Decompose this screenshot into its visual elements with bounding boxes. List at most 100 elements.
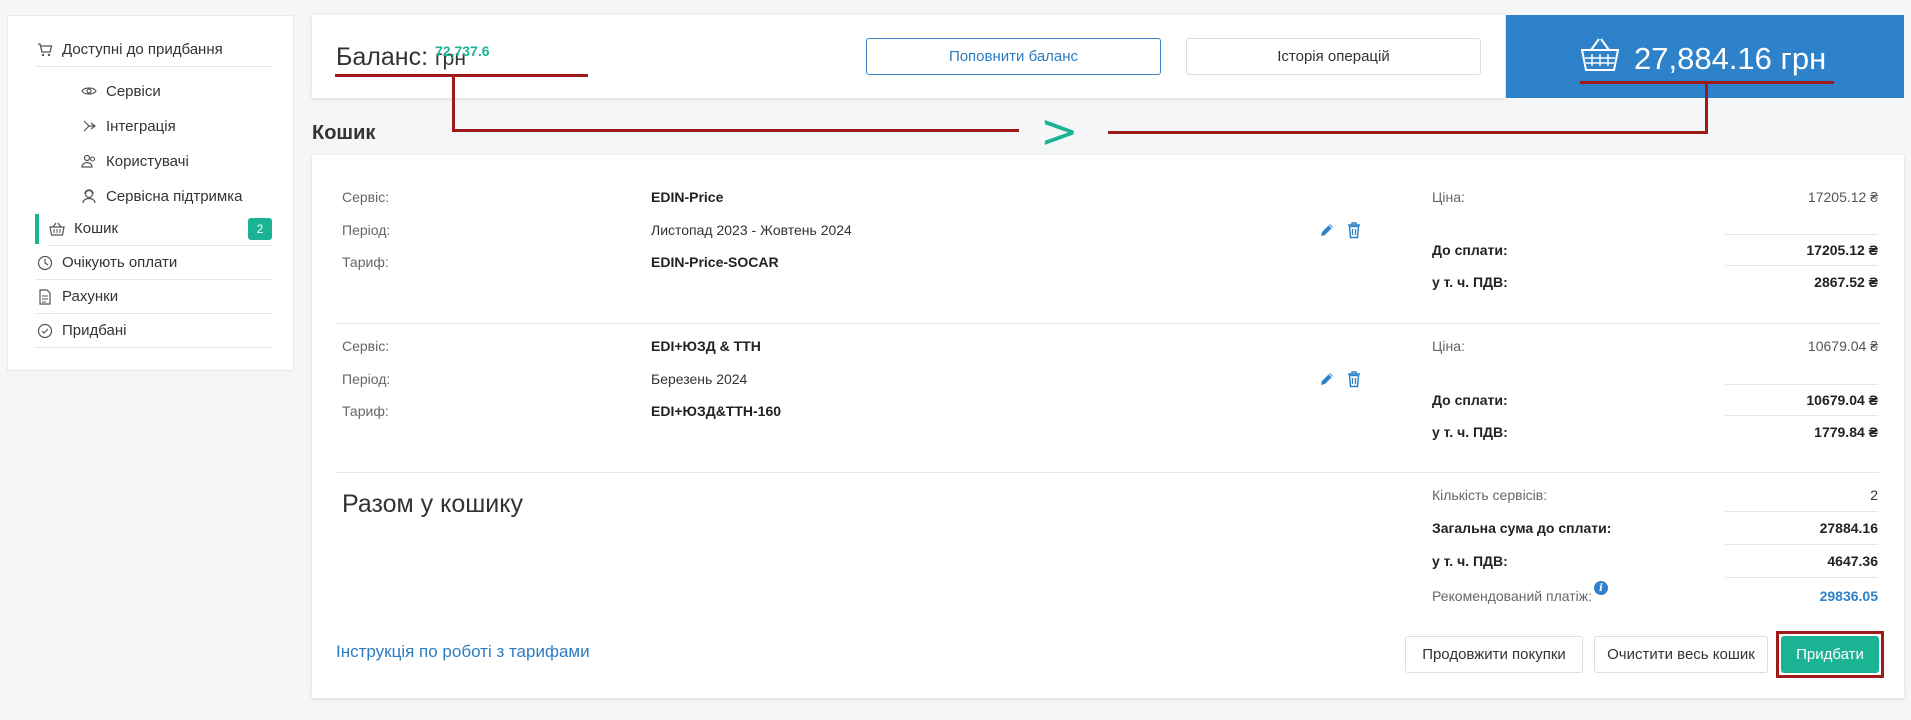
annotation-line [452, 129, 1019, 132]
vat-label: у т. ч. ПДВ: [1432, 424, 1508, 440]
balance-card: Баланс: 72,737.6 грн Поповнити баланс Іс… [312, 15, 1505, 98]
service-value: EDIN-Price [651, 189, 724, 205]
support-icon [80, 187, 98, 205]
annotation-arrow: > [1040, 104, 1079, 158]
page-title: Кошик [312, 122, 376, 144]
basket-icon [1580, 37, 1620, 73]
clock-icon [36, 254, 54, 272]
total-value: 27884.16 [1819, 520, 1878, 536]
divider [1725, 577, 1878, 578]
price-label: Ціна: [1432, 338, 1465, 354]
eye-icon [80, 82, 98, 100]
sidebar: Доступні до придбання Сервіси Інтеграція… [7, 15, 294, 371]
sidebar-item-label: Доступні до придбання [62, 41, 223, 58]
divider [1725, 265, 1878, 266]
sidebar-item-support[interactable]: Сервісна підтримка [80, 179, 242, 213]
service-label: Сервіс: [342, 338, 390, 354]
sidebar-item-cart[interactable]: Кошик 2 [48, 212, 272, 246]
annotation-line [452, 76, 455, 132]
balance-display: Баланс: 72,737.6 грн [336, 43, 490, 72]
vat-label: у т. ч. ПДВ: [1432, 274, 1508, 290]
sidebar-item-users[interactable]: Користувачі [80, 144, 189, 178]
delete-icon[interactable] [1345, 370, 1363, 388]
cart-card: Сервіс: EDIN-Price Період: Листопад 2023… [312, 155, 1904, 698]
divider [1725, 384, 1878, 385]
purchase-button[interactable]: Придбати [1781, 636, 1879, 673]
period-value: Березень 2024 [651, 371, 748, 387]
integration-icon [80, 117, 98, 135]
topup-balance-button[interactable]: Поповнити баланс [866, 38, 1161, 75]
sidebar-item-purchased[interactable]: Придбані [36, 314, 272, 348]
annotation-underline-balance [335, 74, 588, 77]
to-pay-label: До сплати: [1432, 392, 1508, 408]
sidebar-item-awaiting-payment[interactable]: Очікують оплати [36, 246, 272, 280]
sidebar-item-label: Користувачі [106, 152, 189, 170]
item-price-summary: Ціна: 17205.12 ₴ До сплати: 17205.12 ₴ у… [1422, 185, 1878, 290]
recommended-label: Рекомендований платіж: [1432, 588, 1593, 604]
vat-value: 1779.84 ₴ [1814, 424, 1878, 440]
active-indicator [35, 214, 39, 244]
continue-shopping-button[interactable]: Продовжити покупки [1405, 636, 1583, 673]
sidebar-item-label: Інтеграція [106, 117, 176, 135]
document-icon [36, 288, 54, 306]
edit-icon[interactable] [1318, 221, 1336, 239]
operations-history-button[interactable]: Історія операцій [1186, 38, 1481, 75]
clear-cart-button[interactable]: Очистити весь кошик [1594, 636, 1768, 673]
vat-value: 2867.52 ₴ [1814, 274, 1878, 290]
service-value: EDI+ЮЗД & ТТН [651, 338, 761, 354]
sidebar-item-label: Сервісна підтримка [106, 187, 243, 205]
vat-value: 4647.36 [1827, 553, 1878, 569]
divider [1725, 511, 1878, 512]
balance-value: 72,737.6 [435, 43, 490, 59]
basket-icon [48, 220, 66, 238]
tariff-label: Тариф: [342, 403, 389, 419]
tariff-instructions-link[interactable]: Інструкція по роботі з тарифами [336, 642, 590, 662]
info-icon[interactable]: i [1594, 581, 1608, 595]
to-pay-label: До сплати: [1432, 242, 1508, 258]
services-count-label: Кількість сервісів: [1432, 487, 1548, 503]
sidebar-item-label: Кошик [74, 220, 119, 237]
price-value: 10679.04 ₴ [1807, 338, 1878, 354]
sidebar-item-label: Придбані [62, 322, 127, 339]
price-value: 17205.12 ₴ [1807, 189, 1878, 205]
to-pay-value: 10679.04 ₴ [1806, 392, 1878, 408]
total-label: Загальна сума до сплати: [1432, 520, 1612, 536]
divider [336, 472, 1879, 473]
delete-icon[interactable] [1345, 221, 1363, 239]
divider [1725, 544, 1878, 545]
check-circle-icon [36, 322, 54, 340]
period-label: Період: [342, 222, 391, 238]
users-icon [80, 152, 98, 170]
service-label: Сервіс: [342, 189, 390, 205]
sidebar-item-label: Рахунки [62, 288, 119, 305]
recommended-value: 29836.05 [1819, 588, 1878, 604]
tariff-label: Тариф: [342, 254, 389, 270]
cart-total-amount: 27,884.16 грн [1634, 41, 1827, 76]
sidebar-item-services[interactable]: Сервіси [80, 74, 161, 108]
sidebar-item-integration[interactable]: Інтеграція [80, 109, 176, 143]
annotation-line [1108, 131, 1708, 134]
sidebar-item-label: Сервіси [106, 82, 161, 100]
vat-label: у т. ч. ПДВ: [1432, 553, 1508, 569]
cart-count-badge: 2 [248, 218, 272, 240]
cart-summary: Кількість сервісів: 2 Загальна сума до с… [1422, 483, 1878, 613]
price-label: Ціна: [1432, 189, 1465, 205]
balance-label: Баланс: [336, 43, 435, 71]
divider [1725, 234, 1878, 235]
item-price-summary: Ціна: 10679.04 ₴ До сплати: 10679.04 ₴ у… [1422, 334, 1878, 440]
sidebar-item-available[interactable]: Доступні до придбання [36, 33, 272, 67]
to-pay-value: 17205.12 ₴ [1806, 242, 1878, 258]
summary-title: Разом у кошику [342, 490, 523, 518]
annotation-line [1705, 83, 1708, 134]
period-label: Період: [342, 371, 391, 387]
tariff-value: EDIN-Price-SOCAR [651, 254, 779, 270]
sidebar-item-label: Очікують оплати [62, 254, 178, 271]
period-value: Листопад 2023 - Жовтень 2024 [651, 222, 852, 238]
tariff-value: EDI+ЮЗД&ТТН-160 [651, 403, 782, 419]
divider [336, 323, 1879, 324]
divider [1725, 415, 1878, 416]
sidebar-item-invoices[interactable]: Рахунки [36, 280, 272, 314]
cart-icon [36, 41, 54, 59]
services-count-value: 2 [1870, 487, 1878, 503]
edit-icon[interactable] [1318, 370, 1336, 388]
